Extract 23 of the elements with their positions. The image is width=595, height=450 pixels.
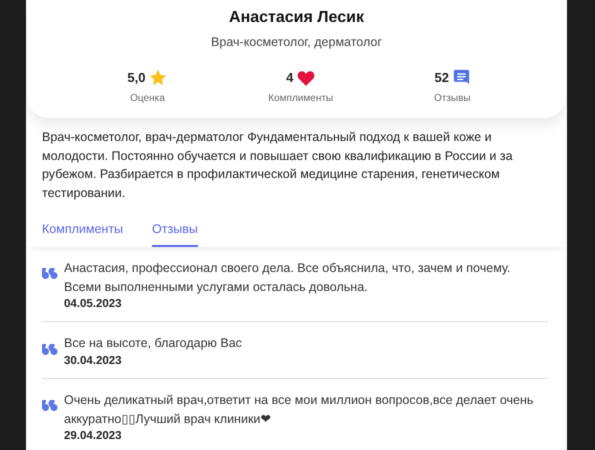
stat-value: 4 (286, 68, 294, 87)
quote-icon (42, 344, 58, 355)
stat-label: Отзывы (434, 92, 471, 106)
description: Врач-косметолог, врач-дерматолог Фундаментальный подход к вашей коже и молодости. Постоянно обучается и повышает свою квалификацию в России и за рубежом. Разбирается в профилактической медицине старения, генетическом тестировании. (41, 129, 514, 202)
doctor-specialty: Врач-косметолог, дерматолог (210, 34, 383, 51)
stat-label: Оценка (130, 92, 165, 106)
star-icon (149, 69, 168, 86)
review-text: Очень деликатный врач,ответит на все мои миллион вопросов,все делает очень аккуратно▯▯Лучший врач клиники❤ (64, 392, 534, 428)
quote-icon (42, 400, 58, 412)
tab[interactable]: Комплименты (42, 220, 124, 247)
review-date: 04.05.2023 (64, 297, 123, 312)
review-date: 29.04.2023 (64, 429, 123, 444)
review-text: Все на высоте, благодарю Вас (64, 335, 242, 352)
stat-value: 52 (434, 68, 449, 87)
stat-label: Комплименты (268, 92, 334, 106)
review-date: 30.04.2023 (64, 354, 123, 369)
quote-icon (42, 268, 58, 280)
stat-value: 5,0 (127, 68, 146, 87)
doctor-name: Анастасия Лесик (228, 8, 365, 28)
chat-icon (452, 68, 470, 86)
review-text: Анастасия, профессионал своего дела. Все объяснила, что, зачем и почему. Всеми выполненными услугами осталась довольна. (64, 260, 512, 296)
tab[interactable]: Отзывы (152, 220, 198, 247)
heart-icon (297, 70, 316, 86)
